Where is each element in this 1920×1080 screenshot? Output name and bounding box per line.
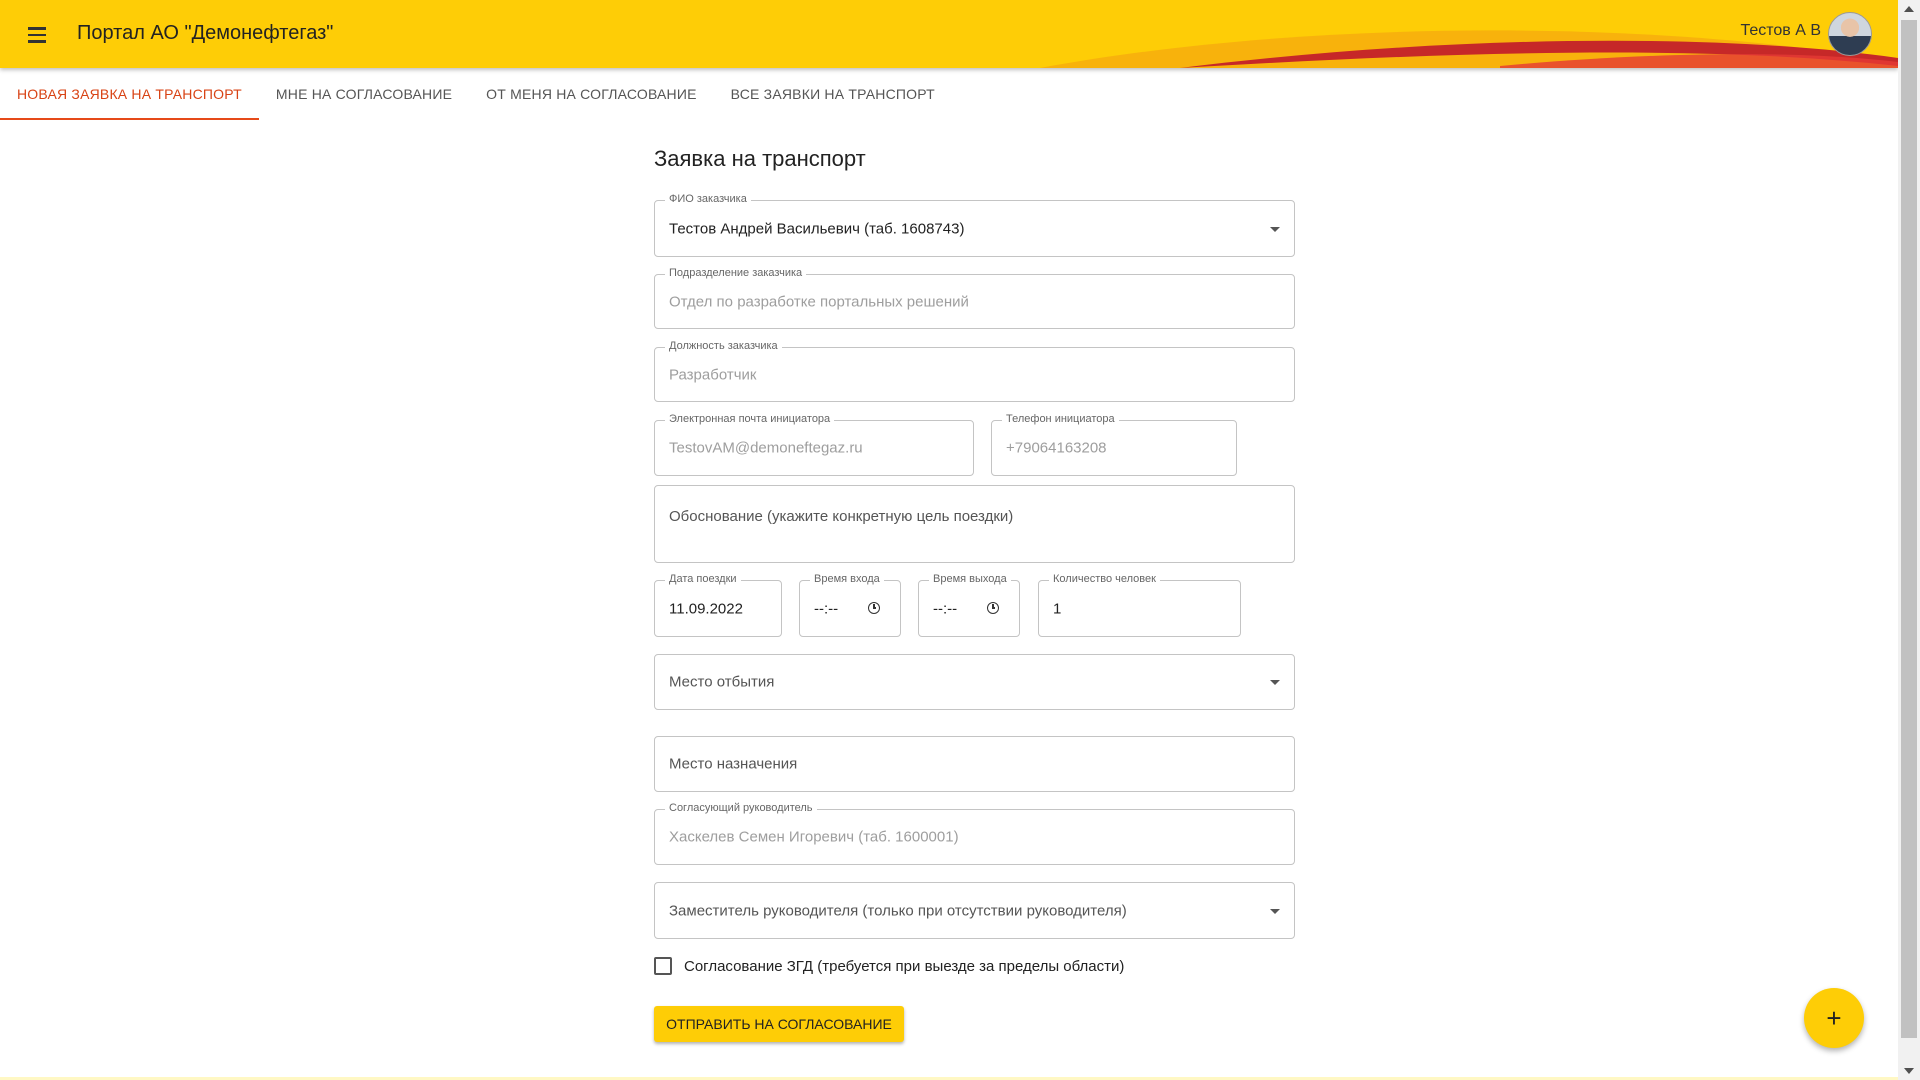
tab-new-request[interactable]: НОВАЯ ЗАЯВКА НА ТРАНСПОРТ bbox=[0, 70, 259, 120]
scrollbar[interactable] bbox=[1898, 0, 1920, 1080]
entry-time-value: --:-- bbox=[814, 600, 839, 617]
people-count-label: Количество человек bbox=[1049, 573, 1160, 585]
department-label: Подразделение заказчика bbox=[665, 267, 807, 279]
add-fab-button[interactable]: + bbox=[1804, 988, 1864, 1048]
justification-placeholder: Обоснование (укажите конкретную цель пое… bbox=[669, 508, 1014, 525]
department-field[interactable]: Подразделение заказчика Отдел по разрабо… bbox=[654, 267, 1295, 329]
people-count-field[interactable]: Количество человек 1 bbox=[1038, 573, 1241, 637]
submit-button[interactable]: ОТПРАВИТЬ НА СОГЛАСОВАНИЕ bbox=[654, 1006, 904, 1042]
chevron-down-icon bbox=[1270, 226, 1280, 232]
zgd-checkbox-label: Согласование ЗГД (требуется при выезде з… bbox=[684, 957, 1125, 975]
customer-name-select[interactable]: ФИО заказчика Тестов Андрей Васильевич (… bbox=[654, 193, 1295, 257]
phone-value: +79064163208 bbox=[1006, 439, 1107, 457]
scroll-down-icon[interactable] bbox=[1904, 1068, 1914, 1074]
deputy-placeholder: Заместитель руководителя (только при отс… bbox=[669, 902, 1127, 919]
trip-date-label: Дата поездки bbox=[665, 573, 741, 585]
menu-icon[interactable] bbox=[22, 20, 52, 48]
exit-time-label: Время выхода bbox=[929, 573, 1011, 585]
chevron-down-icon bbox=[1270, 908, 1280, 914]
entry-time-field[interactable]: Время входа --:-- bbox=[799, 573, 901, 637]
email-label: Электронная почта инициатора bbox=[665, 413, 835, 425]
scroll-up-icon[interactable] bbox=[1904, 6, 1914, 12]
zgd-checkbox[interactable] bbox=[654, 957, 672, 975]
destination-field[interactable]: Место назначения bbox=[654, 736, 1295, 792]
zgd-checkbox-row[interactable]: Согласование ЗГД (требуется при выезде з… bbox=[654, 957, 1124, 975]
entry-time-label: Время входа bbox=[810, 573, 884, 585]
app-title: Портал АО "Демонефтегаз" bbox=[77, 22, 334, 44]
user-name[interactable]: Тестов А В bbox=[1740, 22, 1821, 40]
email-field[interactable]: Электронная почта инициатора TestovAM@de… bbox=[654, 413, 974, 476]
phone-field[interactable]: Телефон инициатора +79064163208 bbox=[991, 413, 1237, 476]
people-count-value: 1 bbox=[1053, 600, 1062, 617]
customer-name-label: ФИО заказчика bbox=[665, 193, 751, 205]
position-label: Должность заказчика bbox=[665, 340, 782, 352]
approver-label: Согласующий руководитель bbox=[665, 802, 817, 814]
clock-icon[interactable] bbox=[868, 601, 880, 614]
scroll-thumb[interactable] bbox=[1901, 20, 1917, 1038]
avatar[interactable] bbox=[1828, 12, 1872, 56]
trip-date-field[interactable]: Дата поездки 11.09.2022 bbox=[654, 573, 782, 637]
destination-placeholder: Место назначения bbox=[669, 755, 798, 773]
position-field[interactable]: Должность заказчика Разработчик bbox=[654, 340, 1295, 402]
tab-all-requests[interactable]: ВСЕ ЗАЯВКИ НА ТРАНСПОРТ bbox=[714, 70, 952, 120]
approver-field[interactable]: Согласующий руководитель Хаскелев Семен … bbox=[654, 802, 1295, 865]
tab-from-me-approval[interactable]: ОТ МЕНЯ НА СОГЛАСОВАНИЕ bbox=[469, 70, 714, 120]
form-title: Заявка на транспорт bbox=[654, 146, 866, 171]
tab-to-me-approval[interactable]: МНЕ НА СОГЛАСОВАНИЕ bbox=[259, 70, 469, 120]
app-header: Портал АО "Демонефтегаз" Тестов А В bbox=[0, 0, 1898, 68]
position-value: Разработчик bbox=[669, 366, 757, 383]
exit-time-field[interactable]: Время выхода --:-- bbox=[918, 573, 1020, 637]
customer-name-value: Тестов Андрей Васильевич (таб. 1608743) bbox=[669, 220, 965, 237]
chevron-down-icon bbox=[1270, 680, 1280, 685]
trip-date-value: 11.09.2022 bbox=[669, 600, 743, 617]
deputy-select[interactable]: Заместитель руководителя (только при отс… bbox=[654, 882, 1295, 939]
plus-icon: + bbox=[1826, 1002, 1842, 1033]
clock-icon[interactable] bbox=[987, 601, 999, 614]
tab-bar: НОВАЯ ЗАЯВКА НА ТРАНСПОРТ МНЕ НА СОГЛАСО… bbox=[0, 70, 952, 120]
phone-label: Телефон инициатора bbox=[1002, 413, 1119, 425]
exit-time-value: --:-- bbox=[933, 600, 958, 617]
approver-value: Хаскелев Семен Игоревич (таб. 1600001) bbox=[669, 828, 959, 846]
email-value: TestovAM@demoneftegaz.ru bbox=[669, 439, 863, 457]
departure-select[interactable]: Место отбытия bbox=[654, 654, 1295, 710]
justification-textarea[interactable]: Обоснование (укажите конкретную цель пое… bbox=[654, 485, 1295, 563]
departure-placeholder: Место отбытия bbox=[669, 673, 775, 691]
department-value: Отдел по разработке портальных решений bbox=[669, 293, 969, 310]
